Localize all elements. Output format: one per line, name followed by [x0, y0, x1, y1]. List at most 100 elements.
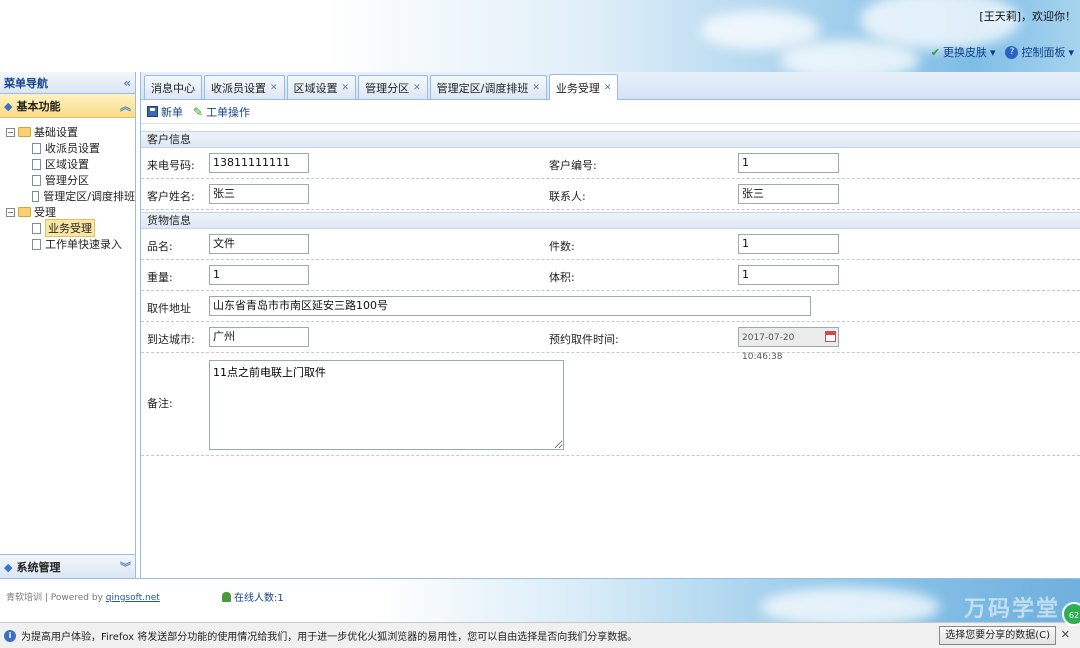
bullet-icon: ◆	[4, 99, 13, 113]
pencil-icon: ✎	[193, 104, 204, 119]
form-row: 备注: 11点之前电联上门取件	[141, 353, 1080, 456]
weight-label: 重量:	[147, 271, 173, 284]
close-icon[interactable]: ✕	[270, 83, 278, 93]
control-panel-label: 控制面板	[1021, 46, 1066, 59]
volume-label: 体积:	[549, 271, 575, 284]
chevron-down-icon[interactable]: ︾	[120, 559, 131, 575]
tab-label: 管理定区/调度排班	[436, 81, 529, 95]
notification-text: 为提高用户体验，Firefox 将发送部分功能的使用情况给我们，用于进一步优化火…	[21, 632, 638, 643]
work-order-button[interactable]: ✎ 工单操作	[193, 104, 250, 120]
tree-item-region[interactable]: 区域设置	[6, 156, 135, 172]
bullet-icon: ◆	[4, 560, 13, 574]
sidebar-title: 菜单导航	[4, 76, 48, 90]
close-icon[interactable]: ✕	[413, 83, 421, 93]
arrival-city-field[interactable]: 广州	[209, 327, 309, 347]
user-icon	[222, 591, 231, 602]
firefox-notification-bar: i 为提高用户体验，Firefox 将发送部分功能的使用情况给我们，用于进一步优…	[0, 622, 1080, 648]
tab-fixed-area[interactable]: 管理定区/调度排班 ✕	[429, 75, 547, 99]
tree-item-label: 工作单快速录入	[45, 238, 122, 251]
volume-field[interactable]: 1	[738, 265, 839, 285]
tab-label: 管理分区	[365, 81, 410, 95]
collapse-toggle-icon[interactable]: −	[6, 207, 15, 217]
form-row: 品名: 文件 件数: 1	[141, 229, 1080, 260]
sidebar-header: 菜单导航 «	[0, 72, 135, 94]
change-skin-link[interactable]: ✔ 更换皮肤 ▾	[931, 44, 996, 60]
arrival-city-label: 到达城市:	[147, 333, 195, 346]
menu-tree: − 基础设置 收派员设置 区域设置 管理分区 管理定区/调度排班 − 受理 业务…	[0, 118, 135, 252]
file-icon	[32, 190, 40, 202]
tab-label: 消息中心	[151, 81, 195, 95]
customer-name-field[interactable]: 张三	[209, 184, 309, 204]
tab-courier-settings[interactable]: 收派员设置 ✕	[204, 75, 285, 99]
tab-region-settings[interactable]: 区域设置 ✕	[286, 75, 357, 99]
customer-no-field[interactable]: 1	[738, 153, 839, 173]
tree-item-label: 区域设置	[45, 158, 89, 171]
caret-down-icon: ▾	[989, 45, 996, 59]
work-order-label: 工单操作	[206, 105, 251, 119]
file-icon	[32, 238, 41, 250]
form-row: 来电号码: 13811111111 客户编号: 1	[141, 148, 1080, 179]
contact-field[interactable]: 张三	[738, 184, 839, 204]
form-row: 客户姓名: 张三 联系人: 张三	[141, 179, 1080, 210]
tree-item-business-accept[interactable]: 业务受理	[6, 219, 135, 237]
tree-item-label: 管理分区	[45, 174, 89, 187]
app-footer: 青软培训 | Powered by qingsoft.net 在线人数:1 万码…	[0, 578, 1080, 622]
count-label: 件数:	[549, 240, 575, 253]
accordion-basic-label: 基本功能	[16, 99, 61, 113]
pickup-time-field[interactable]: 2017-07-20 10:46:38	[738, 327, 839, 362]
count-field[interactable]: 1	[738, 234, 839, 254]
tab-label: 区域设置	[293, 81, 338, 95]
tree-item-fixed-area[interactable]: 管理定区/调度排班	[6, 188, 135, 204]
contact-label: 联系人:	[549, 190, 586, 203]
accordion-system[interactable]: ◆ 系统管理 ︾	[0, 554, 135, 578]
copyright-text: 青软培训 | Powered by qingsoft.net	[6, 590, 160, 603]
info-icon: i	[4, 629, 16, 642]
accordion-system-label: 系统管理	[16, 560, 61, 574]
tree-item-courier[interactable]: 收派员设置	[6, 140, 135, 156]
watermark-text: 万码学堂	[963, 597, 1060, 622]
copyright-label: 青软培训 | Powered by	[6, 593, 106, 603]
help-icon: ?	[1005, 45, 1019, 59]
weight-field[interactable]: 1	[209, 265, 309, 285]
new-order-button[interactable]: 新单	[147, 104, 183, 120]
collapse-toggle-icon[interactable]: −	[6, 127, 15, 137]
app-header: [王天莉]，欢迎你！ ✔ 更换皮肤 ▾ ? 控制面板 ▾	[0, 0, 1080, 72]
welcome-text: [王天莉]，欢迎你！	[979, 10, 1076, 23]
online-count: 在线人数:1	[222, 589, 284, 604]
tree-item-quick-entry[interactable]: 工作单快速录入	[6, 236, 135, 252]
share-data-button[interactable]: 选择您要分享的数据(C)	[939, 626, 1056, 645]
caret-down-icon: ▾	[1068, 45, 1074, 59]
floating-badge[interactable]: 62	[1062, 602, 1080, 626]
tab-label: 业务受理	[555, 81, 600, 95]
tab-subarea[interactable]: 管理分区 ✕	[358, 75, 428, 99]
tab-message-center[interactable]: 消息中心	[144, 75, 202, 99]
tab-strip: 消息中心 收派员设置 ✕ 区域设置 ✕ 管理分区 ✕ 管理定区/调度排班 ✕ 业务受理 ✕	[141, 72, 1080, 100]
tree-item-subarea[interactable]: 管理分区	[6, 172, 135, 188]
close-icon[interactable]: ✕	[342, 83, 350, 93]
control-panel-link[interactable]: ? 控制面板 ▾	[1005, 44, 1074, 60]
accordion-basic[interactable]: ◆ 基本功能 ︽	[0, 94, 135, 118]
close-icon[interactable]: ✕	[532, 83, 540, 93]
form-row: 到达城市: 广州 预约取件时间: 2017-07-20 10:46:38	[141, 322, 1080, 362]
pickup-address-label: 取件地址	[147, 302, 191, 315]
pickup-address-field[interactable]: 山东省青岛市市南区延安三路100号	[209, 296, 811, 316]
goods-name-field[interactable]: 文件	[209, 234, 309, 254]
remark-textarea[interactable]: 11点之前电联上门取件	[209, 360, 564, 450]
collapse-left-icon[interactable]: «	[123, 76, 131, 90]
save-icon	[147, 106, 158, 117]
new-order-label: 新单	[161, 105, 183, 119]
check-icon: ✔	[930, 45, 940, 59]
tree-node-accept[interactable]: − 受理	[6, 204, 135, 220]
chevron-up-icon[interactable]: ︽	[120, 98, 131, 114]
form-row: 取件地址 山东省青岛市市南区延安三路100号	[141, 291, 1080, 322]
tree-node-basic-settings[interactable]: − 基础设置	[6, 124, 135, 140]
close-icon[interactable]: ✕	[604, 83, 612, 93]
file-icon	[32, 174, 41, 186]
calendar-icon[interactable]	[825, 331, 836, 342]
main-content: 消息中心 收派员设置 ✕ 区域设置 ✕ 管理分区 ✕ 管理定区/调度排班 ✕ 业务受理 ✕…	[140, 72, 1080, 578]
phone-field[interactable]: 13811111111	[209, 153, 309, 173]
powered-link[interactable]: qingsoft.net	[106, 593, 160, 603]
tab-business-accept[interactable]: 业务受理 ✕	[548, 74, 619, 100]
close-icon[interactable]: ✕	[1061, 628, 1070, 641]
section-goods: 货物信息	[141, 212, 1080, 229]
